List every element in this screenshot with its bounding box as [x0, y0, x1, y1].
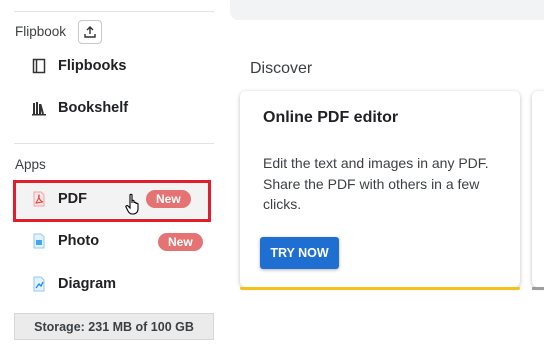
sidebar-item-label: Diagram — [58, 276, 117, 292]
discover-heading: Discover — [250, 60, 313, 77]
storage-indicator: Storage: 231 MB of 100 GB — [14, 313, 214, 340]
apps-section-label: Apps — [15, 157, 46, 172]
try-now-button[interactable]: TRY NOW — [260, 237, 339, 269]
sidebar: Flipbook Flipbooks Bookshelf Apps PDF Ne… — [0, 0, 214, 344]
pdf-icon — [30, 190, 48, 208]
pdf-editor-card: Online PDF editor Edit the text and imag… — [240, 91, 520, 290]
sidebar-item-diagram[interactable]: Diagram — [14, 265, 210, 303]
sidebar-item-bookshelf[interactable]: Bookshelf — [14, 89, 210, 127]
sidebar-item-label: Bookshelf — [58, 100, 129, 116]
photo-icon — [30, 232, 48, 250]
sidebar-item-pdf[interactable]: PDF New — [14, 180, 210, 218]
card-title: Online PDF editor — [263, 109, 399, 126]
sidebar-item-label: Flipbooks — [58, 58, 127, 74]
card-description: Edit the text and images in any PDF. Sha… — [263, 155, 489, 212]
upload-button[interactable] — [78, 20, 102, 44]
next-card[interactable] — [532, 91, 544, 290]
new-badge: New — [146, 190, 191, 208]
upload-icon — [84, 26, 96, 38]
flipbook-icon — [30, 57, 48, 75]
card-accent-line — [240, 287, 520, 290]
flipbook-section-label: Flipbook — [15, 24, 67, 39]
sidebar-divider — [14, 11, 214, 12]
bookshelf-icon — [30, 99, 48, 117]
sidebar-item-label: Photo — [58, 233, 100, 249]
top-bar — [230, 0, 544, 20]
sidebar-item-label: PDF — [58, 191, 87, 207]
sidebar-divider — [14, 143, 214, 144]
card-accent-line — [532, 287, 544, 290]
sidebar-item-photo[interactable]: Photo New — [14, 222, 210, 260]
hand-cursor-icon — [125, 193, 139, 215]
sidebar-item-flipbooks[interactable]: Flipbooks — [14, 47, 210, 85]
new-badge: New — [158, 233, 203, 251]
diagram-icon — [30, 275, 48, 293]
